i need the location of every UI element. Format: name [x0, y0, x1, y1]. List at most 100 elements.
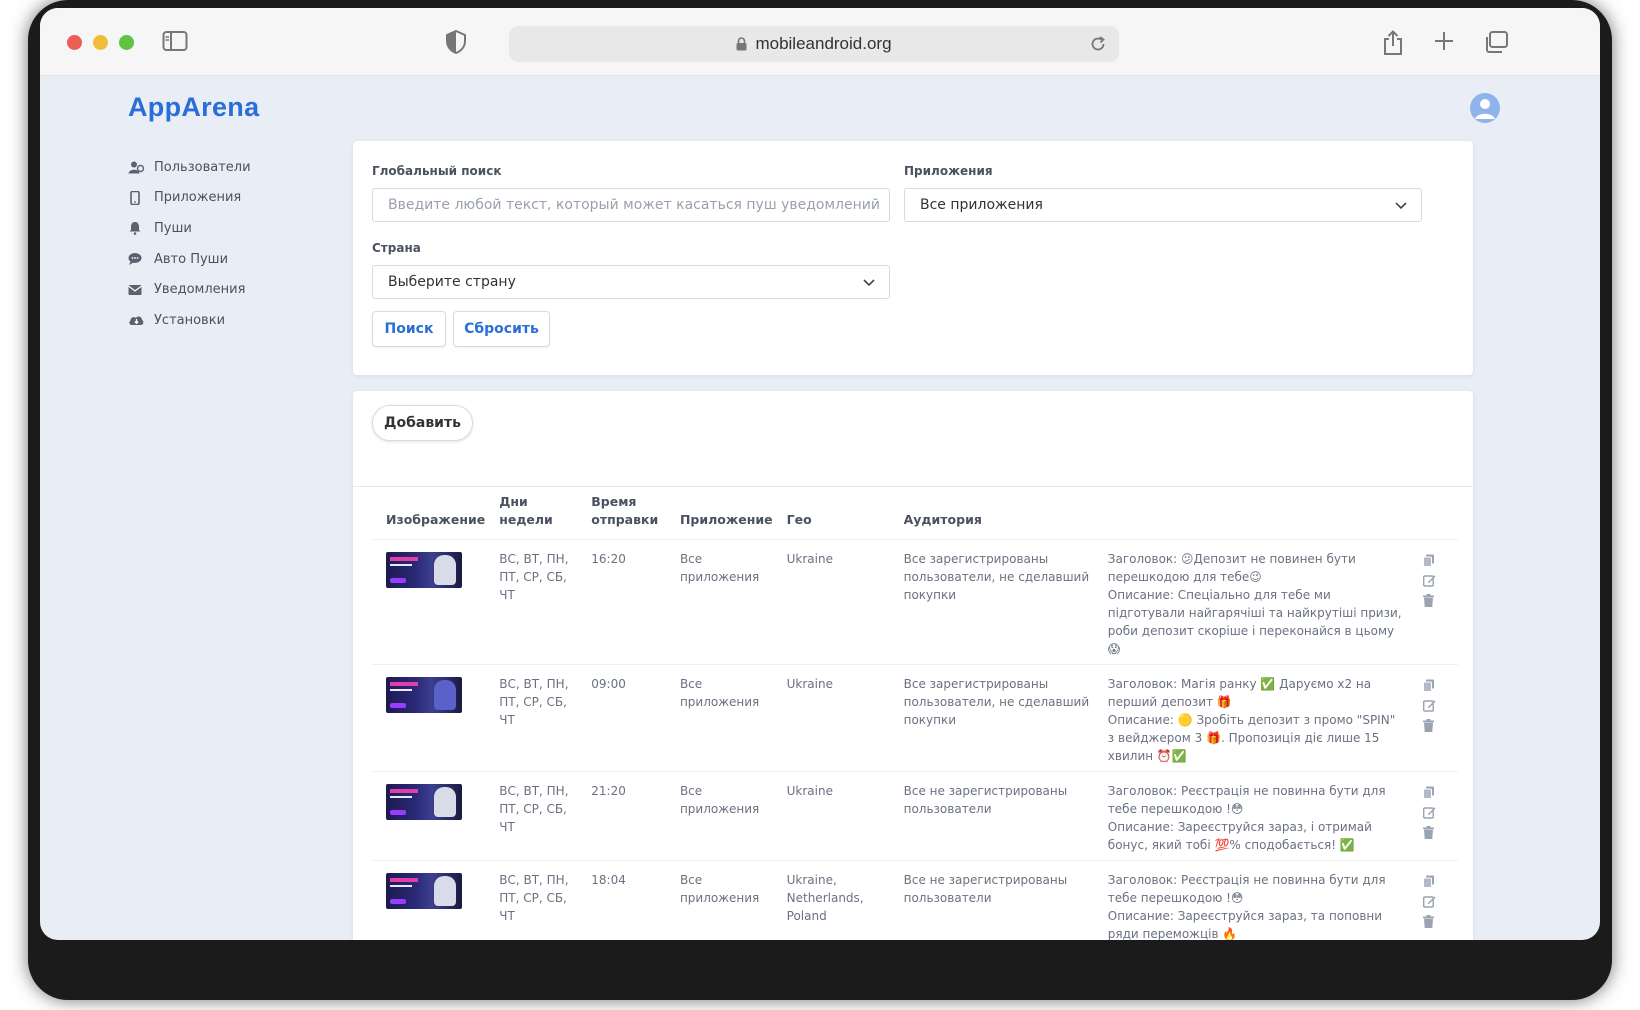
column-image: Изображение	[386, 512, 486, 527]
trash-icon[interactable]	[1422, 590, 1458, 610]
sidebar-item-installs[interactable]: Установки	[128, 305, 251, 336]
sidebar-item-label: Пуши	[154, 220, 192, 236]
row-audience: Все зарегистрированы пользователи, не сд…	[889, 539, 1094, 665]
column-app: Приложение	[679, 512, 773, 527]
sidebar-item-label: Уведомления	[154, 282, 246, 298]
edit-icon[interactable]	[1422, 695, 1458, 715]
mobile-icon	[128, 190, 145, 205]
privacy-shield-icon[interactable]	[445, 29, 471, 55]
copy-icon[interactable]	[1422, 871, 1458, 891]
row-actions	[1402, 664, 1458, 772]
copy-icon[interactable]	[1422, 782, 1458, 802]
sidebar-item-notifications[interactable]: Уведомления	[128, 274, 251, 305]
row-audience: Все не зарегистрированы пользователи	[889, 771, 1094, 861]
row-content: Заголовок: Реєстрація не повинна бути дл…	[1093, 860, 1403, 940]
row-app: Все приложения	[665, 860, 773, 940]
reset-button[interactable]: Сбросить	[453, 311, 550, 347]
column-time-line2: отправки	[591, 512, 659, 527]
trash-icon[interactable]	[1422, 715, 1458, 735]
row-days: ВС, ВТ, ПН, ПТ, СР, СБ, ЧТ	[485, 539, 578, 665]
edit-icon[interactable]	[1422, 802, 1458, 822]
users-icon	[128, 160, 145, 174]
row-app: Все приложения	[665, 664, 773, 772]
country-select[interactable]: Выберите страну	[372, 265, 890, 299]
row-audience: Все зарегистрированы пользователи, не сд…	[889, 664, 1094, 772]
sidebar-item-apps[interactable]: Приложения	[128, 183, 251, 214]
column-days: Дни недели	[499, 494, 553, 527]
row-time: 21:20	[577, 771, 666, 861]
push-title: Заголовок: Реєстрація не повинна бути дл…	[1107, 873, 1386, 905]
push-table: Изображение Дни недели Время отправки При…	[372, 493, 1458, 940]
global-search-input[interactable]: Введите любой текст, который может касат…	[372, 188, 890, 222]
row-content: Заголовок: 😕Депозит не повинен бути пере…	[1093, 539, 1403, 665]
column-audience: Аудитория	[903, 512, 982, 527]
row-audience: Все не зарегистрированы пользователи	[889, 860, 1094, 940]
user-icon	[1475, 99, 1495, 119]
column-time: Время отправки	[577, 493, 666, 540]
sidebar-item-users[interactable]: Пользователи	[128, 152, 251, 183]
new-tab-icon[interactable]	[1433, 30, 1459, 54]
address-bar[interactable]: mobileandroid.org	[509, 26, 1119, 62]
add-button[interactable]: Добавить	[372, 405, 473, 441]
trash-icon[interactable]	[1422, 822, 1458, 842]
comment-icon	[128, 252, 145, 266]
sidebar-item-auto-pushes[interactable]: Авто Пуши	[128, 244, 251, 275]
push-image-thumbnail[interactable]	[386, 552, 462, 588]
apps-select[interactable]: Все приложения	[904, 188, 1422, 222]
copy-icon[interactable]	[1422, 675, 1458, 695]
row-image-cell	[372, 860, 486, 940]
row-time: 16:20	[577, 539, 666, 665]
push-title: Заголовок: 😕Депозит не повинен бути пере…	[1107, 552, 1356, 584]
filter-panel: Глобальный поиск Введите любой текст, ко…	[353, 141, 1473, 375]
row-content: Заголовок: Магія ранку ✅ Даруємо x2 на п…	[1093, 664, 1403, 772]
country-select-value: Выберите страну	[388, 274, 516, 290]
push-title: Заголовок: Реєстрація не повинна бути дл…	[1107, 784, 1386, 816]
chevron-down-icon	[1395, 202, 1407, 210]
table-header-row: Изображение Дни недели Время отправки При…	[372, 493, 1458, 540]
row-image-cell	[372, 664, 486, 772]
sidebar-toggle-icon[interactable]	[162, 30, 188, 54]
close-window-button[interactable]	[67, 35, 82, 50]
reload-icon[interactable]	[1089, 35, 1107, 53]
minimize-window-button[interactable]	[93, 35, 108, 50]
table-row: ВС, ВТ, ПН, ПТ, СР, СБ, ЧТ 09:00 Все при…	[372, 664, 1458, 772]
push-description: Описание: 🟡 Зробіть депозит з промо "SPI…	[1107, 713, 1396, 763]
zoom-window-button[interactable]	[119, 35, 134, 50]
row-app: Все приложения	[665, 771, 773, 861]
bell-icon	[128, 221, 145, 236]
app-logo[interactable]: AppArena	[128, 92, 259, 123]
push-image-thumbnail[interactable]	[386, 677, 462, 713]
column-content	[1094, 493, 1403, 540]
column-actions	[1403, 493, 1458, 540]
search-button[interactable]: Поиск	[372, 311, 446, 347]
apps-select-value: Все приложения	[920, 197, 1043, 213]
row-time: 18:04	[577, 860, 666, 940]
share-icon[interactable]	[1381, 30, 1407, 55]
row-days: ВС, ВТ, ПН, ПТ, СР, СБ, ЧТ	[485, 771, 578, 861]
copy-icon[interactable]	[1422, 550, 1458, 570]
row-app: Все приложения	[665, 539, 773, 665]
row-geo: Ukraine	[772, 539, 890, 665]
apps-filter-label: Приложения	[904, 164, 993, 178]
push-description: Описание: Зареєструйся зараз, і отримай …	[1107, 820, 1372, 852]
user-avatar[interactable]	[1470, 93, 1500, 123]
chevron-down-icon	[863, 279, 875, 287]
tabs-overview-icon[interactable]	[1483, 30, 1509, 54]
row-days: ВС, ВТ, ПН, ПТ, СР, СБ, ЧТ	[485, 664, 578, 772]
table-row: ВС, ВТ, ПН, ПТ, СР, СБ, ЧТ 18:04 Все при…	[372, 860, 1458, 940]
sidebar-item-pushes[interactable]: Пуши	[128, 213, 251, 244]
cloud-download-icon	[128, 313, 145, 327]
edit-icon[interactable]	[1422, 891, 1458, 911]
edit-icon[interactable]	[1422, 570, 1458, 590]
row-days: ВС, ВТ, ПН, ПТ, СР, СБ, ЧТ	[485, 860, 578, 940]
row-content: Заголовок: Реєстрація не повинна бути дл…	[1093, 771, 1403, 861]
global-search-placeholder: Введите любой текст, который может касат…	[388, 197, 880, 213]
push-image-thumbnail[interactable]	[386, 873, 462, 909]
envelope-icon	[128, 283, 145, 297]
row-actions	[1402, 771, 1458, 861]
column-geo: Гео	[786, 512, 812, 527]
trash-icon[interactable]	[1422, 911, 1458, 931]
push-image-thumbnail[interactable]	[386, 784, 462, 820]
row-actions	[1402, 860, 1458, 940]
country-label: Страна	[372, 241, 421, 255]
